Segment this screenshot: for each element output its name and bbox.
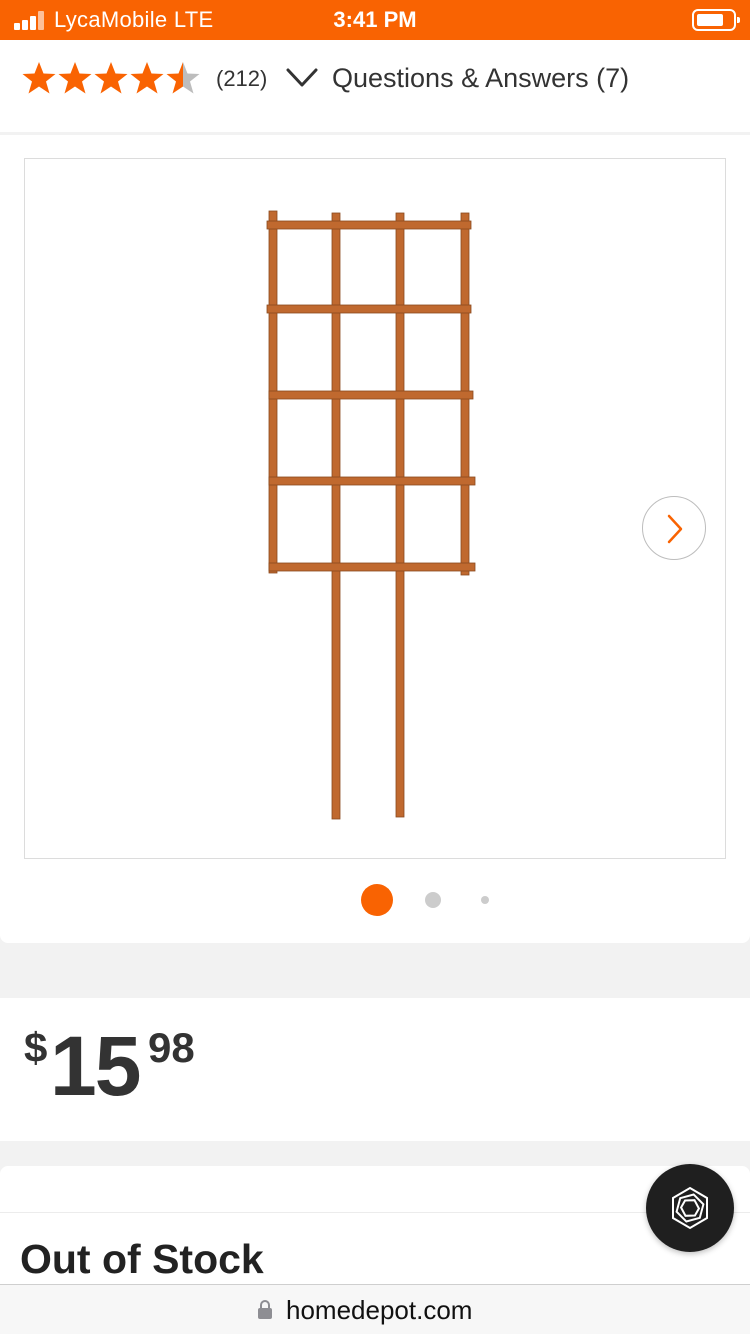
pagination-dot[interactable] xyxy=(425,892,441,908)
pagination-dot-active[interactable] xyxy=(361,884,393,916)
pagination-dot[interactable] xyxy=(481,896,489,904)
next-image-button[interactable] xyxy=(642,496,706,560)
battery-icon xyxy=(692,9,740,31)
status-bar: LycaMobile LTE 3:41 PM xyxy=(0,0,750,40)
price-currency: $ xyxy=(24,1024,48,1071)
chat-assistant-button[interactable] xyxy=(646,1164,734,1252)
browser-url-bar[interactable]: homedepot.com xyxy=(0,1284,750,1334)
hexagon-logo-icon xyxy=(672,1186,708,1230)
star-icon xyxy=(130,62,164,94)
chevron-right-icon xyxy=(667,514,683,544)
url-text: homedepot.com xyxy=(286,1295,473,1325)
star-icon xyxy=(58,62,92,94)
review-count[interactable]: (212) xyxy=(216,66,267,92)
divider xyxy=(0,1212,750,1213)
star-icon xyxy=(22,62,56,94)
half-star-icon xyxy=(166,62,200,94)
lock-icon xyxy=(258,1300,272,1319)
gallery-pagination xyxy=(0,884,750,916)
chevron-down-icon[interactable] xyxy=(285,64,319,92)
questions-answers-link[interactable]: Questions & Answers (7) xyxy=(332,63,629,94)
price-cents: 98 xyxy=(148,1024,195,1071)
star-rating[interactable] xyxy=(22,58,202,98)
price-dollars: 15 xyxy=(50,1019,141,1113)
product-image[interactable] xyxy=(24,158,726,859)
status-time: 3:41 PM xyxy=(333,7,417,32)
stock-status: Out of Stock xyxy=(20,1236,264,1282)
star-icon xyxy=(94,62,128,94)
trellis-product-image xyxy=(266,210,476,820)
